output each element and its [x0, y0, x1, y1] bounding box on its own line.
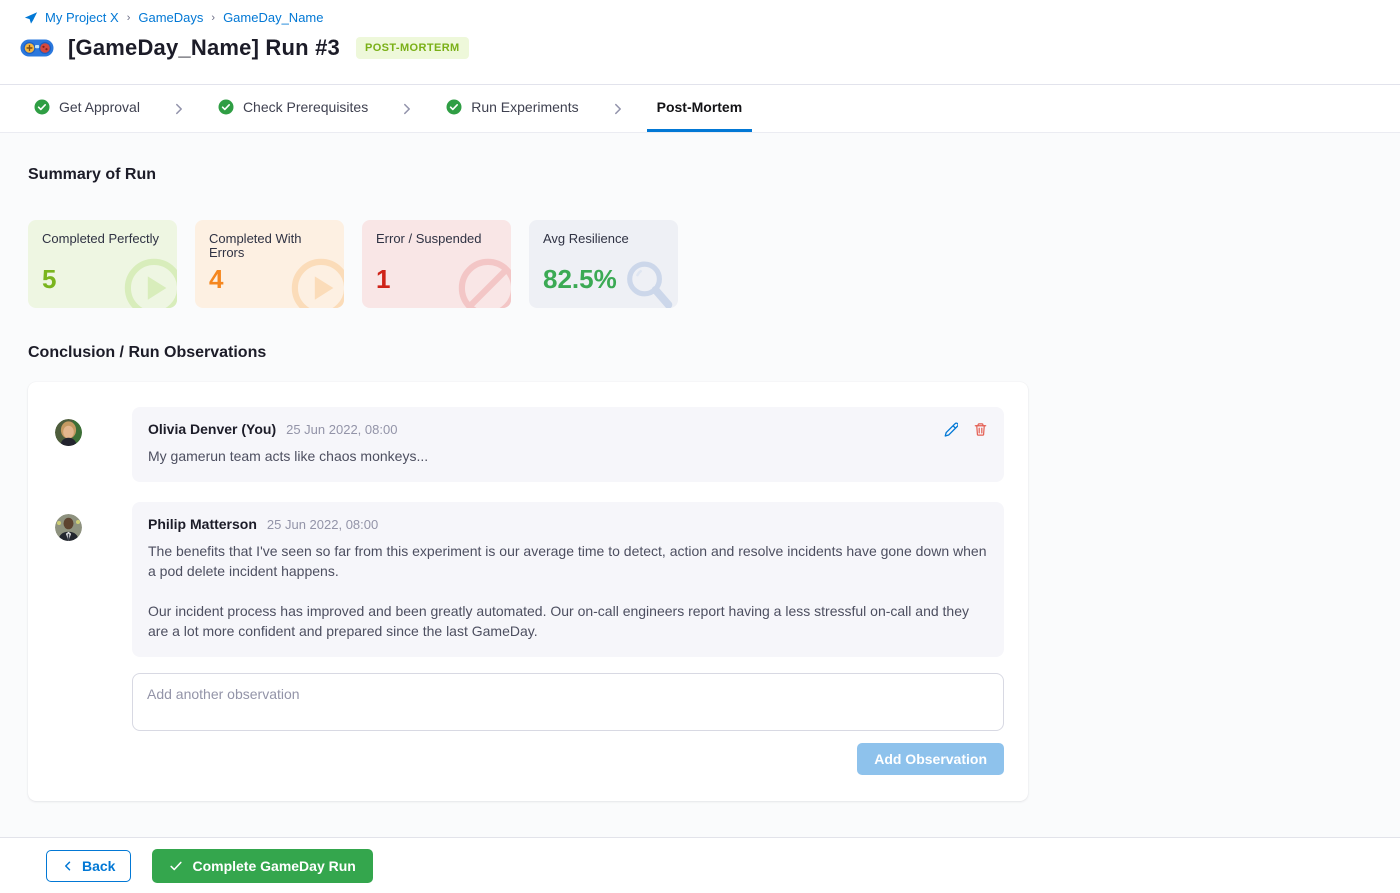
- add-observation-button[interactable]: Add Observation: [857, 743, 1004, 775]
- summary-cards: Completed Perfectly 5 Completed With Err…: [28, 220, 1372, 308]
- breadcrumb: My Project X › GameDays › GameDay_Name: [24, 10, 1376, 25]
- check-circle-icon: [218, 99, 234, 115]
- chevron-right-icon: [589, 85, 647, 132]
- complete-gameday-run-button[interactable]: Complete GameDay Run: [152, 849, 372, 883]
- footer-action-bar: Back Complete GameDay Run: [0, 837, 1400, 893]
- check-circle-icon: [34, 99, 50, 115]
- main-content: Summary of Run Completed Perfectly 5 Com…: [0, 133, 1400, 837]
- page-title: [GameDay_Name] Run #3: [68, 35, 340, 61]
- observations-heading: Conclusion / Run Observations: [28, 344, 1372, 362]
- stat-value: 82.5%: [543, 264, 664, 295]
- back-button-label: Back: [82, 858, 115, 874]
- stat-value: 4: [209, 264, 330, 295]
- observations-card: Olivia Denver (You) 25 Jun 2022, 08:00: [28, 382, 1028, 801]
- summary-heading: Summary of Run: [28, 166, 1372, 184]
- check-circle-icon: [446, 99, 462, 115]
- stat-card-avg-resilience: Avg Resilience 82.5%: [529, 220, 678, 308]
- stat-value: 1: [376, 264, 497, 295]
- status-badge: POST-MORTERM: [356, 37, 469, 59]
- tab-label: Get Approval: [59, 99, 140, 115]
- gameday-run-page: My Project X › GameDays › GameDay_Name: [0, 0, 1400, 893]
- stat-card-completed-perfectly: Completed Perfectly 5: [28, 220, 177, 308]
- add-observation-section: Add Observation: [132, 673, 1004, 775]
- observation-header: Philip Matterson 25 Jun 2022, 08:00: [148, 516, 988, 532]
- observation-author: Olivia Denver (You): [148, 421, 276, 437]
- tab-check-prerequisites[interactable]: Check Prerequisites: [208, 85, 378, 132]
- observation-timestamp: 25 Jun 2022, 08:00: [267, 517, 378, 532]
- run-stepper: Get Approval Check Prerequisites Run Exp…: [0, 84, 1400, 133]
- chevron-left-icon: [62, 860, 74, 872]
- tab-run-experiments[interactable]: Run Experiments: [436, 85, 588, 132]
- avatar: [55, 514, 82, 541]
- observation-item: Olivia Denver (You) 25 Jun 2022, 08:00: [55, 407, 1004, 482]
- observation-actions: [943, 422, 988, 437]
- complete-button-label: Complete GameDay Run: [192, 858, 355, 874]
- tab-get-approval[interactable]: Get Approval: [24, 85, 150, 132]
- avatar: [55, 419, 82, 446]
- observation-paragraph: The benefits that I've seen so far from …: [148, 541, 988, 581]
- edit-icon[interactable]: [943, 422, 958, 437]
- observation-paragraph: My gamerun team acts like chaos monkeys.…: [148, 446, 988, 466]
- tab-post-mortem[interactable]: Post-Mortem: [647, 85, 753, 132]
- observation-bubble: Philip Matterson 25 Jun 2022, 08:00 The …: [132, 502, 1004, 657]
- stat-label: Completed With Errors: [209, 232, 327, 260]
- chevron-right-icon: [378, 85, 436, 132]
- page-header: My Project X › GameDays › GameDay_Name: [0, 0, 1400, 84]
- stat-value: 5: [42, 264, 163, 295]
- stat-label: Error / Suspended: [376, 232, 494, 260]
- observation-input[interactable]: [132, 673, 1004, 731]
- observation-text: The benefits that I've seen so far from …: [148, 541, 988, 641]
- observation-paragraph: Our incident process has improved and be…: [148, 601, 988, 641]
- back-button[interactable]: Back: [46, 850, 131, 882]
- stat-label: Completed Perfectly: [42, 232, 160, 260]
- observation-header: Olivia Denver (You) 25 Jun 2022, 08:00: [148, 421, 988, 437]
- observation-timestamp: 25 Jun 2022, 08:00: [286, 422, 397, 437]
- breadcrumb-link-gameday-name[interactable]: GameDay_Name: [223, 10, 323, 25]
- breadcrumb-separator: ›: [211, 12, 215, 24]
- observation-item: Philip Matterson 25 Jun 2022, 08:00 The …: [55, 502, 1004, 657]
- breadcrumb-link-project[interactable]: My Project X: [45, 10, 119, 25]
- observation-bubble: Olivia Denver (You) 25 Jun 2022, 08:00: [132, 407, 1004, 482]
- tab-label: Check Prerequisites: [243, 99, 368, 115]
- breadcrumb-separator: ›: [127, 12, 131, 24]
- add-observation-button-row: Add Observation: [132, 743, 1004, 775]
- stat-card-error-suspended: Error / Suspended 1: [362, 220, 511, 308]
- chevron-right-icon: [150, 85, 208, 132]
- breadcrumb-link-gamedays[interactable]: GameDays: [138, 10, 203, 25]
- stat-label: Avg Resilience: [543, 232, 661, 260]
- tab-label: Run Experiments: [471, 99, 578, 115]
- observation-author: Philip Matterson: [148, 516, 257, 532]
- title-row: [GameDay_Name] Run #3 POST-MORTERM: [24, 35, 1376, 61]
- project-nav-icon: [24, 11, 38, 24]
- delete-icon[interactable]: [973, 422, 988, 437]
- gamepad-icon: [20, 37, 54, 59]
- stat-card-completed-with-errors: Completed With Errors 4: [195, 220, 344, 308]
- tab-label: Post-Mortem: [657, 99, 743, 115]
- observation-text: My gamerun team acts like chaos monkeys.…: [148, 446, 988, 466]
- check-icon: [169, 859, 183, 873]
